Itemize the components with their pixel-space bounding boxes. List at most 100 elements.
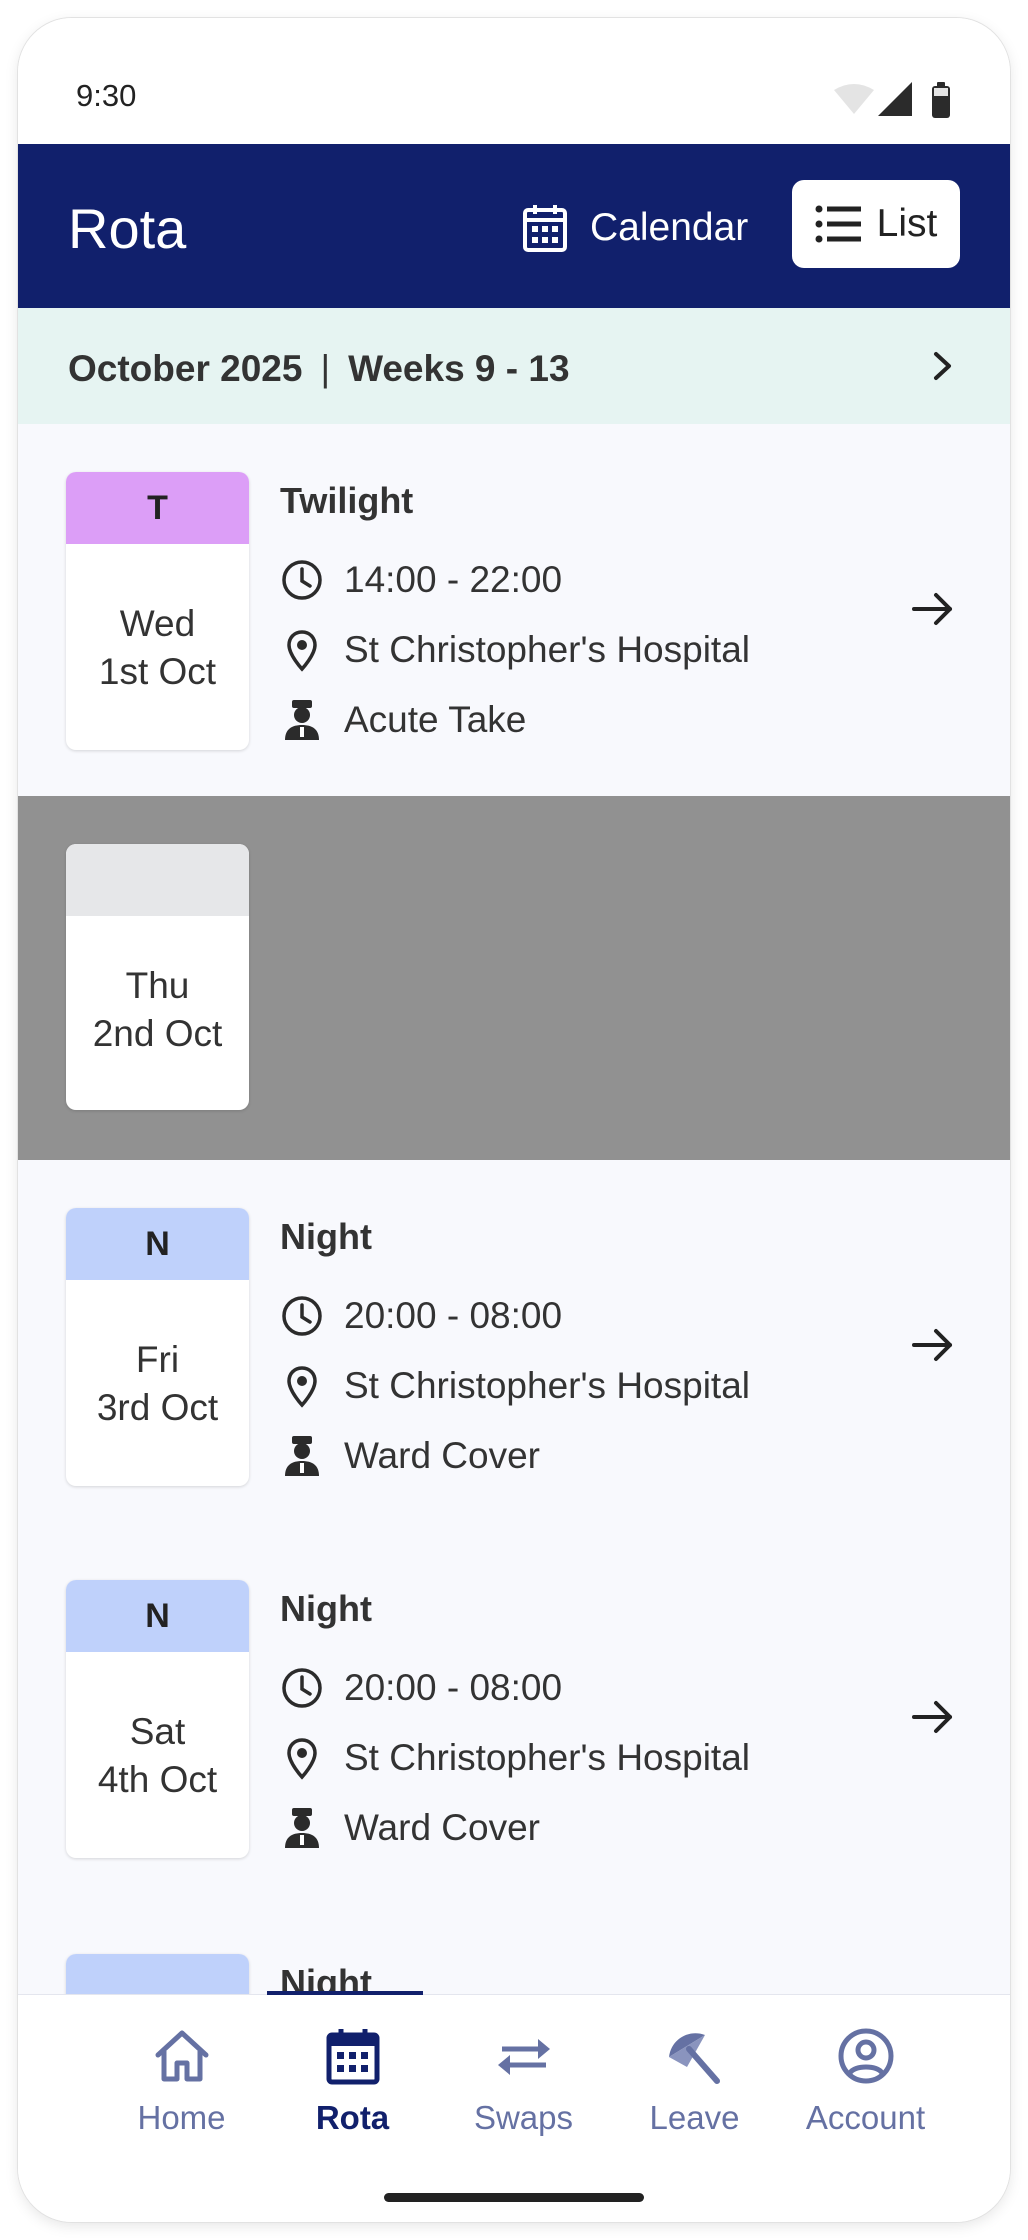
period-separator: | — [320, 348, 331, 389]
shift-row[interactable]: N Sat 4th Oct Night 20:00 - 08:00 St Chr… — [18, 1532, 1010, 1908]
day-date: 2nd Oct — [92, 1013, 223, 1054]
shift-type: Night — [280, 1216, 372, 1257]
active-tab-indicator — [267, 1991, 423, 1995]
shift-time-text: 20:00 - 08:00 — [344, 1667, 563, 1708]
location-pin-icon — [287, 1366, 317, 1408]
date-card: Thu 2nd Oct — [66, 844, 249, 1110]
nav-account-label: Account — [805, 2099, 926, 2136]
location-pin-icon — [287, 630, 317, 672]
shift-row[interactable]: N Fri 3rd Oct Night 20:00 - 08:00 St Chr… — [18, 1160, 1010, 1534]
page-title: Rota — [68, 197, 187, 260]
list-view-label: List — [876, 202, 938, 245]
date-label: Thu 2nd Oct — [66, 962, 249, 1058]
shift-role: Ward Cover — [280, 1806, 540, 1850]
day-date: 4th Oct — [97, 1759, 218, 1800]
shift-time-text: 14:00 - 22:00 — [344, 559, 563, 600]
shift-row[interactable]: Night — [18, 1906, 1010, 1994]
beach-umbrella-icon — [668, 2033, 720, 2084]
shift-role-text: Ward Cover — [344, 1807, 541, 1848]
shift-list: T Wed 1st Oct Twilight 14:00 - 22:00 St … — [18, 424, 1010, 1994]
date-card: N Sat 4th Oct — [66, 1580, 249, 1858]
nav-swaps-label: Swaps — [473, 2099, 574, 2136]
shift-code-badge: T — [66, 472, 249, 544]
day-name: Fri — [135, 1339, 180, 1380]
shift-role-text: Ward Cover — [344, 1435, 541, 1476]
shift-row[interactable]: T Wed 1st Oct Twilight 14:00 - 22:00 St … — [18, 424, 1010, 798]
wifi-icon — [834, 84, 874, 114]
bottom-navigation: Home Rota Swaps Leave Account — [18, 1991, 1010, 2222]
day-date: 1st Oct — [98, 651, 217, 692]
arrow-right-icon[interactable] — [910, 1322, 956, 1368]
shift-location-text: St Christopher's Hospital — [344, 629, 751, 670]
shift-code-badge — [66, 844, 249, 916]
nav-leave-label: Leave — [649, 2099, 740, 2136]
list-icon — [815, 205, 861, 243]
shift-type: Night — [280, 1588, 372, 1629]
date-card: N Fri 3rd Oct — [66, 1208, 249, 1486]
period-label: October 2025 | Weeks 9 - 13 — [68, 348, 570, 390]
nav-home-label: Home — [137, 2099, 226, 2136]
arrow-right-icon[interactable] — [910, 586, 956, 632]
home-indicator[interactable] — [384, 2193, 644, 2202]
clinician-icon — [285, 1436, 319, 1476]
shift-type: Twilight — [280, 480, 414, 521]
period-weeks: Weeks 9 - 13 — [348, 348, 570, 389]
calendar-icon — [326, 2029, 379, 2085]
arrow-right-icon[interactable] — [910, 1694, 956, 1740]
location-pin-icon — [287, 1738, 317, 1780]
clinician-icon — [285, 700, 319, 740]
swap-arrows-icon — [497, 2039, 550, 2075]
shift-time-text: 20:00 - 08:00 — [344, 1295, 563, 1336]
shift-location: St Christopher's Hospital — [280, 1364, 750, 1408]
nav-rota[interactable]: Rota — [267, 2027, 438, 2147]
shift-code-badge — [66, 1954, 249, 1994]
phone-screen: 9:30 Rota Calendar List October 2025 | W… — [18, 18, 1010, 2222]
clinician-icon — [285, 1808, 319, 1848]
home-icon — [155, 2030, 208, 2082]
nav-account[interactable]: Account — [780, 2027, 951, 2147]
shift-location-text: St Christopher's Hospital — [344, 1365, 751, 1406]
shift-location: St Christopher's Hospital — [280, 628, 750, 672]
date-label: Sat 4th Oct — [66, 1708, 249, 1804]
signal-icon — [878, 82, 912, 116]
chevron-right-icon[interactable] — [922, 346, 962, 386]
nav-rota-label: Rota — [315, 2099, 390, 2136]
day-date: 3rd Oct — [96, 1387, 219, 1428]
calendar-view-label: Calendar — [590, 206, 749, 249]
clock-icon — [282, 560, 322, 600]
shift-code-badge: N — [66, 1208, 249, 1280]
date-card — [66, 1954, 249, 1994]
shift-time: 14:00 - 22:00 — [280, 558, 562, 602]
account-circle-icon — [838, 2028, 893, 2084]
period-bar: October 2025 | Weeks 9 - 13 — [18, 308, 1010, 424]
status-time: 9:30 — [76, 78, 137, 113]
shift-time: 20:00 - 08:00 — [280, 1294, 562, 1338]
calendar-icon — [523, 205, 567, 252]
nav-swaps[interactable]: Swaps — [438, 2027, 609, 2147]
shift-time: 20:00 - 08:00 — [280, 1666, 562, 1710]
shift-location-text: St Christopher's Hospital — [344, 1737, 751, 1778]
day-name: Thu — [125, 965, 190, 1006]
period-month: October 2025 — [68, 348, 303, 389]
list-view-button[interactable]: List — [792, 180, 960, 268]
shift-role: Ward Cover — [280, 1434, 540, 1478]
nav-leave[interactable]: Leave — [609, 2027, 780, 2147]
date-label: Wed 1st Oct — [66, 600, 249, 696]
status-icons — [834, 82, 950, 118]
shift-role-text: Acute Take — [344, 699, 527, 740]
shift-type: Night — [280, 1962, 372, 1994]
day-name: Sat — [129, 1711, 186, 1752]
status-bar: 9:30 — [18, 18, 1010, 144]
date-label: Fri 3rd Oct — [66, 1336, 249, 1432]
shift-location: St Christopher's Hospital — [280, 1736, 750, 1780]
date-card: T Wed 1st Oct — [66, 472, 249, 750]
calendar-view-button[interactable]: Calendar — [522, 198, 748, 258]
clock-icon — [282, 1296, 322, 1336]
day-off-row: Thu 2nd Oct — [18, 796, 1010, 1162]
shift-role: Acute Take — [280, 698, 526, 742]
clock-icon — [282, 1668, 322, 1708]
shift-code-badge: N — [66, 1580, 249, 1652]
nav-home[interactable]: Home — [96, 2027, 267, 2147]
day-name: Wed — [119, 603, 196, 644]
app-bar: Rota Calendar List — [18, 144, 1010, 308]
